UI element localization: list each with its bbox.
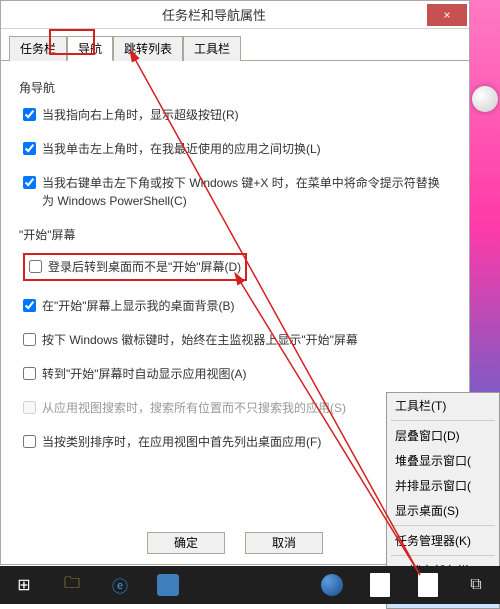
label-switch-apps: 当我单击左上角时，在我最近使用的应用之间切换(L) (42, 140, 321, 158)
file-explorer-icon[interactable]: 🗀 (48, 569, 96, 601)
highlight-option-annotation: 登录后转到桌面而不是"开始"屏幕(D) (23, 253, 247, 281)
option-show-charms: 当我指向右上角时，显示超级按钮(R) (23, 106, 451, 124)
ok-button[interactable]: 确定 (147, 532, 225, 554)
menu-separator (391, 555, 495, 556)
checkbox-boot-desktop[interactable] (29, 260, 42, 273)
menu-task-manager[interactable]: 任务管理器(K) (387, 528, 499, 553)
menu-sidebyside[interactable]: 并排显示窗口( (387, 473, 499, 498)
checkbox-switch-apps[interactable] (23, 142, 36, 155)
window-title: 任务栏和导航属性 (1, 5, 427, 24)
option-desktop-bg: 在"开始"屏幕上显示我的桌面背景(B) (23, 297, 451, 315)
app-doc1-icon[interactable] (356, 569, 404, 601)
group-start-title: "开始"屏幕 (19, 226, 451, 243)
titlebar: 任务栏和导航属性 × (1, 1, 469, 29)
menu-show-desktop[interactable]: 显示桌面(S) (387, 498, 499, 523)
cancel-button[interactable]: 取消 (245, 532, 323, 554)
taskbar: ⊞ 🗀 ⓔ ⧉ (0, 566, 500, 604)
label-powershell: 当我右键单击左下角或按下 Windows 键+X 时，在菜单中将命令提示符替换为… (42, 174, 451, 210)
checkbox-main-monitor[interactable] (23, 333, 36, 346)
checkbox-desktop-bg[interactable] (23, 299, 36, 312)
menu-stack[interactable]: 堆叠显示窗口( (387, 448, 499, 473)
label-search-everywhere: 从应用视图搜索时，搜索所有位置而不只搜索我的应用(S) (42, 399, 346, 417)
option-switch-apps: 当我单击左上角时，在我最近使用的应用之间切换(L) (23, 140, 451, 158)
checkbox-search-everywhere (23, 401, 36, 414)
label-main-monitor: 按下 Windows 徽标键时，始终在主监视器上显示"开始"屏幕 (42, 331, 358, 349)
ie-icon[interactable]: ⓔ (96, 569, 144, 601)
option-powershell: 当我右键单击左下角或按下 Windows 键+X 时，在菜单中将命令提示符替换为… (23, 174, 451, 210)
label-desktop-first: 当按类别排序时，在应用视图中首先列出桌面应用(F) (42, 433, 321, 451)
menu-separator (391, 420, 495, 421)
label-boot-desktop: 登录后转到桌面而不是"开始"屏幕(D) (48, 258, 241, 276)
menu-toolbars[interactable]: 工具栏(T) (387, 393, 499, 418)
desktop-globe-icon (472, 86, 498, 112)
label-apps-view: 转到"开始"屏幕时自动显示应用视图(A) (42, 365, 247, 383)
option-main-monitor: 按下 Windows 徽标键时，始终在主监视器上显示"开始"屏幕 (23, 331, 451, 349)
app-playback-icon[interactable]: ⧉ (452, 569, 500, 601)
checkbox-powershell[interactable] (23, 176, 36, 189)
tab-jumplist[interactable]: 跳转列表 (113, 36, 183, 61)
menu-separator (391, 525, 495, 526)
checkbox-apps-view[interactable] (23, 367, 36, 380)
tab-strip: 任务栏 导航 跳转列表 工具栏 (1, 31, 469, 61)
app-doc2-icon[interactable] (404, 569, 452, 601)
checkbox-show-charms[interactable] (23, 108, 36, 121)
tab-toolbars[interactable]: 工具栏 (183, 36, 241, 61)
option-apps-view: 转到"开始"屏幕时自动显示应用视图(A) (23, 365, 451, 383)
start-button[interactable]: ⊞ (0, 569, 48, 601)
label-desktop-bg: 在"开始"屏幕上显示我的桌面背景(B) (42, 297, 235, 315)
checkbox-desktop-first[interactable] (23, 435, 36, 448)
label-show-charms: 当我指向右上角时，显示超级按钮(R) (42, 106, 239, 124)
tab-navigation[interactable]: 导航 (67, 36, 113, 61)
menu-cascade[interactable]: 层叠窗口(D) (387, 423, 499, 448)
app-sphere-icon[interactable] (308, 569, 356, 601)
maxthon-icon[interactable] (144, 569, 192, 601)
close-button[interactable]: × (427, 4, 467, 26)
option-boot-desktop-wrap: 登录后转到桌面而不是"开始"屏幕(D) (23, 253, 451, 281)
group-corner-nav-title: 角导航 (19, 79, 451, 96)
tab-taskbar[interactable]: 任务栏 (9, 36, 67, 61)
